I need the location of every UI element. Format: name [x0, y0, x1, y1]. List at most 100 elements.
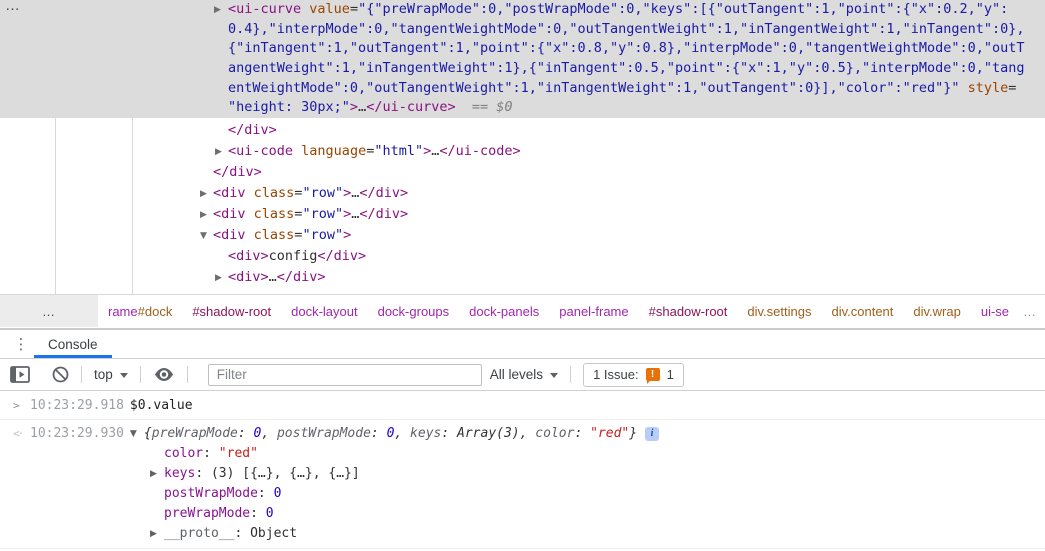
breadcrumb-item[interactable]: dock-groups — [368, 304, 460, 319]
syntax-segment: div.settings — [747, 303, 812, 319]
issues-count: 1 — [666, 367, 674, 382]
syntax-segment: > — [343, 206, 352, 222]
syntax-segment: == $0 — [471, 99, 513, 116]
log-level-label: All levels — [489, 367, 544, 382]
dropdown-arrow-icon — [550, 372, 559, 378]
syntax-segment: } — [629, 426, 638, 441]
disclosure-arrow-icon[interactable]: ▶ — [215, 268, 228, 288]
dom-tree-node[interactable]: ▶ <div class="row">…</div> — [0, 204, 1045, 225]
disclosure-arrow-icon[interactable]: ▼ — [200, 226, 213, 246]
syntax-segment — [293, 143, 301, 159]
dom-tree-node[interactable]: </div> — [0, 120, 1045, 141]
collapse-arrow-icon[interactable]: ▼ — [130, 424, 144, 444]
selected-dom-node[interactable]: ▶ <ui-curve value="{"preWrapMode":0,"post… — [0, 0, 1045, 118]
disclosure-arrow-icon[interactable]: ▶ — [214, 1, 228, 20]
eye-icon[interactable] — [153, 367, 175, 382]
dropdown-arrow-icon — [119, 372, 128, 378]
syntax-segment: </div> — [213, 164, 262, 180]
syntax-segment: : — [257, 486, 274, 501]
syntax-segment: "red" — [590, 426, 630, 441]
syntax-segment: : — [441, 426, 458, 441]
info-icon[interactable]: i — [645, 427, 660, 441]
syntax-segment — [246, 206, 254, 222]
dom-tree-node[interactable]: <div>config</div> — [0, 246, 1045, 267]
console-sidebar-icon[interactable] — [10, 366, 30, 383]
syntax-segment: Array(3) — [457, 426, 520, 441]
console-input-echo-row[interactable]: > 10:23:29.918 $0.value — [0, 391, 1045, 420]
breadcrumb-item[interactable]: div.wrap — [903, 304, 970, 319]
breadcrumb-item[interactable]: #shadow-root — [182, 304, 281, 319]
syntax-segment: color — [535, 426, 575, 441]
syntax-segment: preWrapMode — [164, 506, 251, 521]
breadcrumb-overflow-button[interactable]: … — [0, 295, 98, 327]
issues-button[interactable]: 1 Issue: ! 1 — [583, 362, 684, 387]
breadcrumb-item[interactable]: div.settings — [737, 304, 821, 319]
dom-tree-node[interactable]: ▶ <ui-code language="html">…</ui-code> — [0, 141, 1045, 162]
syntax-segment: #shadow-root — [648, 303, 728, 319]
syntax-segment: , — [394, 426, 411, 441]
dom-tree-node[interactable]: ▶ <div class="row">…</div> — [0, 183, 1045, 204]
disclosure-arrow-icon[interactable]: ▶ — [150, 464, 164, 484]
syntax-segment: <ui-code — [228, 143, 294, 159]
syntax-segment: , — [261, 426, 277, 441]
breadcrumb-item[interactable]: dock-panels — [459, 304, 549, 319]
syntax-segment — [246, 227, 254, 243]
timestamp: 10:23:29.918 — [30, 397, 124, 413]
toolbar-divider — [81, 366, 82, 383]
object-property-row[interactable]: preWrapMode: 0 — [0, 504, 1045, 524]
syntax-segment: "red" — [218, 446, 258, 461]
syntax-segment: : — [234, 526, 251, 541]
syntax-segment: </ui-code> — [439, 143, 521, 159]
syntax-segment: </div> — [359, 206, 409, 222]
dom-node-line[interactable]: ▶ <ui-curve value="{"preWrapMode":0,"post… — [0, 0, 1045, 20]
dom-node-line[interactable]: {"inTangent":1,"outTangent":1,"point":{"… — [0, 39, 1045, 59]
disclosure-arrow-icon[interactable]: ▶ — [200, 184, 213, 204]
disclosure-arrow-icon[interactable]: ▶ — [150, 524, 164, 544]
breadcrumb-item[interactable]: rame#dock — [98, 304, 182, 319]
syntax-segment: angentWeight":1,"inTangentWeight":1},{"i… — [228, 59, 1025, 76]
log-level-selector[interactable]: All levels — [489, 367, 559, 382]
breadcrumb-item[interactable]: ui-se — [971, 304, 1019, 319]
dom-node-line[interactable]: 0.4},"interpMode":0,"tangentWeightMode":… — [0, 20, 1045, 40]
syntax-segment: <ui-curve — [228, 1, 302, 17]
object-property-row[interactable]: ▶ __proto__: Object — [0, 524, 1045, 544]
syntax-segment: <div> — [228, 269, 269, 285]
toolbar-divider — [139, 366, 141, 383]
tab-console-label: Console — [48, 336, 98, 352]
syntax-segment: class — [253, 185, 295, 201]
dom-tree: </div> ▶ <ui-code language="html">…</ui-c… — [0, 118, 1045, 288]
dom-node-line[interactable]: "height: 30px;">…</ui-curve> == $0 — [0, 98, 1045, 118]
breadcrumb-item[interactable]: panel-frame — [549, 304, 638, 319]
breadcrumb-item[interactable]: div.content — [821, 304, 903, 319]
object-property-row[interactable]: ▶ keys: (3) [{…}, {…}, {…}] — [0, 464, 1045, 484]
syntax-segment: > — [343, 227, 352, 243]
toolbar-divider — [570, 366, 572, 383]
execution-context-selector[interactable]: top — [94, 367, 128, 382]
syntax-segment: div.content — [831, 303, 894, 319]
syntax-segment: <div — [213, 227, 246, 243]
node-overflow-menu-icon[interactable]: … — [5, 0, 21, 14]
tab-console[interactable]: Console — [34, 330, 112, 358]
clear-console-icon[interactable] — [52, 366, 69, 383]
disclosure-arrow-icon[interactable]: ▶ — [200, 205, 213, 225]
syntax-segment — [960, 80, 968, 96]
kebab-menu-icon[interactable]: ⋮ — [8, 330, 34, 358]
object-preview-row[interactable]: <· 10:23:29.930 ▼ {preWrapMode: 0, postW… — [0, 424, 1045, 444]
dom-tree-node[interactable]: </div> — [0, 162, 1045, 183]
syntax-segment: class — [253, 206, 295, 222]
dom-node-line[interactable]: angentWeight":1,"inTangentWeight":1},{"i… — [0, 59, 1045, 79]
dom-tree-node[interactable]: ▼ <div class="row"> — [0, 225, 1045, 246]
disclosure-arrow-icon[interactable]: ▶ — [215, 142, 228, 162]
syntax-segment: : — [237, 426, 254, 441]
syntax-segment: , — [519, 426, 536, 441]
syntax-segment: (3) [{…}, {…}, {…}] — [210, 466, 360, 481]
breadcrumb-item[interactable]: #shadow-root — [639, 304, 738, 319]
breadcrumb-item[interactable]: dock-layout — [281, 304, 367, 319]
console-filter-input[interactable] — [207, 363, 482, 386]
syntax-segment: "{"preWrapMode":0,"postWrapMode":0,"keys… — [358, 1, 1009, 17]
syntax-segment: entWeightMode":0,"outTangentWeight":1,"i… — [228, 79, 960, 96]
dom-node-line[interactable]: entWeightMode":0,"outTangentWeight":1,"i… — [0, 79, 1045, 99]
object-property-row[interactable]: postWrapMode: 0 — [0, 484, 1045, 504]
dom-tree-node[interactable]: ▶ <div>…</div> — [0, 267, 1045, 288]
object-property-row[interactable]: color: "red" — [0, 444, 1045, 464]
